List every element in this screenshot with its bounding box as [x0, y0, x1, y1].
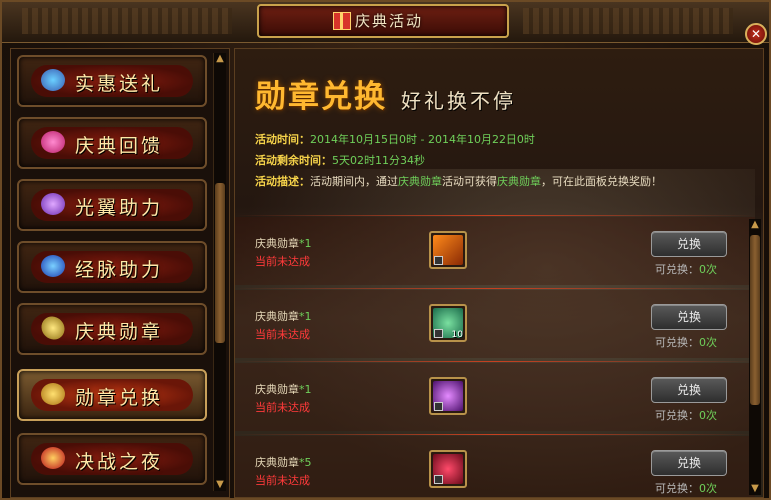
- menu-item-label: 庆典回馈: [75, 135, 164, 157]
- remaining-time-label: 活动剩余时间：: [255, 154, 332, 167]
- heart-gift-icon: [41, 131, 65, 153]
- reward-row: 庆典勋章*1 当前未达成 兑换 可兑换：0次: [235, 363, 755, 431]
- menu-item-medal-exchange[interactable]: 勋章兑换: [17, 369, 207, 421]
- reward-row: 庆典勋章*1 当前未达成 10 兑换 可兑换：0次: [235, 290, 755, 358]
- scroll-up-arrow-icon[interactable]: ▲: [214, 53, 226, 65]
- exchange-count: 可兑换：0次: [655, 263, 717, 276]
- scroll-down-arrow-icon[interactable]: ▼: [214, 479, 226, 491]
- window-title: 庆典活动: [355, 12, 424, 30]
- wing-icon: [41, 193, 65, 215]
- menu-item-label: 勋章兑换: [75, 387, 164, 409]
- menu-item-celebration-rewards[interactable]: 庆典回馈: [17, 117, 207, 169]
- gift-box-icon: [333, 12, 351, 30]
- title-ornament-right: [523, 8, 733, 34]
- menu-scroll-thumb[interactable]: [215, 183, 225, 343]
- activity-time-label: 活动时间：: [255, 133, 310, 146]
- close-button[interactable]: ✕: [745, 23, 767, 45]
- lock-icon: [434, 256, 443, 265]
- gift-bag-icon: [41, 69, 65, 91]
- menu-item-meridian-boost[interactable]: 经脉助力: [17, 241, 207, 293]
- reward-cost: 庆典勋章*1: [255, 310, 312, 323]
- panel-subhead: 好礼换不停: [401, 89, 516, 113]
- trophy-icon: [41, 447, 65, 469]
- exchange-button[interactable]: 兑换: [651, 304, 727, 330]
- scroll-up-arrow-icon[interactable]: ▲: [749, 219, 761, 231]
- lock-icon: [434, 329, 443, 338]
- exchange-count: 可兑换：0次: [655, 482, 717, 495]
- reward-status: 当前未达成: [255, 474, 310, 487]
- menu-item-final-battle-night[interactable]: 决战之夜: [17, 433, 207, 485]
- menu-item-label: 庆典勋章: [75, 321, 164, 343]
- reward-row: 庆典勋章*5 当前未达成 兑换 可兑换：0次: [235, 436, 755, 497]
- meridian-orb-icon: [41, 255, 65, 277]
- menu-item-celebration-medal[interactable]: 庆典勋章: [17, 303, 207, 355]
- activity-time: 活动时间：2014年10月15日0时 - 2014年10月22日0时: [255, 131, 535, 147]
- activity-time-value: 2014年10月15日0时 - 2014年10月22日0时: [310, 133, 535, 146]
- reward-cost: 庆典勋章*5: [255, 456, 312, 469]
- exchange-button[interactable]: 兑换: [651, 231, 727, 257]
- reward-item-slot[interactable]: 10: [429, 304, 467, 342]
- reward-cost: 庆典勋章*1: [255, 383, 312, 396]
- description-label: 活动描述：: [255, 175, 310, 188]
- celebration-window: 庆典活动 ✕ 实惠送礼 庆典回馈 光翼助力 经脉助力 庆典勋章 勋章兑换 决战之…: [0, 0, 771, 500]
- reward-scroll-thumb[interactable]: [750, 235, 760, 405]
- remaining-time-value: 5天02时11分34秒: [332, 154, 425, 167]
- title-bar: 庆典活动 ✕: [2, 2, 769, 45]
- exchange-count: 可兑换：0次: [655, 409, 717, 422]
- panel-headline: 勋章兑换: [255, 79, 387, 115]
- exchange-count: 可兑换：0次: [655, 336, 717, 349]
- reward-row: 庆典勋章*1 当前未达成 兑换 可兑换：0次: [235, 217, 755, 285]
- reward-item-slot[interactable]: [429, 231, 467, 269]
- menu-item-label: 实惠送礼: [75, 73, 164, 95]
- reward-list-scrollbar[interactable]: ▲ ▼: [749, 219, 761, 495]
- item-count: 10: [451, 330, 463, 340]
- exchange-icon: [41, 383, 65, 405]
- lock-icon: [434, 475, 443, 484]
- reward-status: 当前未达成: [255, 401, 310, 414]
- menu-item-discount-gifts[interactable]: 实惠送礼: [17, 55, 207, 107]
- activity-description: 活动描述：活动期间内，通过庆典勋章活动可获得庆典勋章，可在此面板兑换奖励！: [255, 175, 662, 188]
- menu-item-wing-boost[interactable]: 光翼助力: [17, 179, 207, 231]
- menu-item-label: 决战之夜: [75, 451, 164, 473]
- title-ornament-left: [22, 8, 232, 34]
- activity-menu: 实惠送礼 庆典回馈 光翼助力 经脉助力 庆典勋章 勋章兑换 决战之夜 ▲ ▼: [10, 48, 230, 498]
- exchange-panel: 勋章兑换 好礼换不停 活动时间：2014年10月15日0时 - 2014年10月…: [234, 48, 764, 498]
- menu-scrollbar[interactable]: ▲ ▼: [213, 53, 226, 491]
- reward-status: 当前未达成: [255, 328, 310, 341]
- scroll-down-arrow-icon[interactable]: ▼: [749, 483, 761, 495]
- title-plate: 庆典活动: [257, 4, 509, 38]
- reward-item-slot[interactable]: [429, 377, 467, 415]
- exchange-button[interactable]: 兑换: [651, 450, 727, 476]
- lock-icon: [434, 402, 443, 411]
- menu-item-label: 光翼助力: [75, 197, 164, 219]
- reward-cost: 庆典勋章*1: [255, 237, 312, 250]
- menu-item-label: 经脉助力: [75, 259, 164, 281]
- exchange-button[interactable]: 兑换: [651, 377, 727, 403]
- reward-status: 当前未达成: [255, 255, 310, 268]
- activity-remaining: 活动剩余时间：5天02时11分34秒: [255, 152, 425, 168]
- reward-item-slot[interactable]: [429, 450, 467, 488]
